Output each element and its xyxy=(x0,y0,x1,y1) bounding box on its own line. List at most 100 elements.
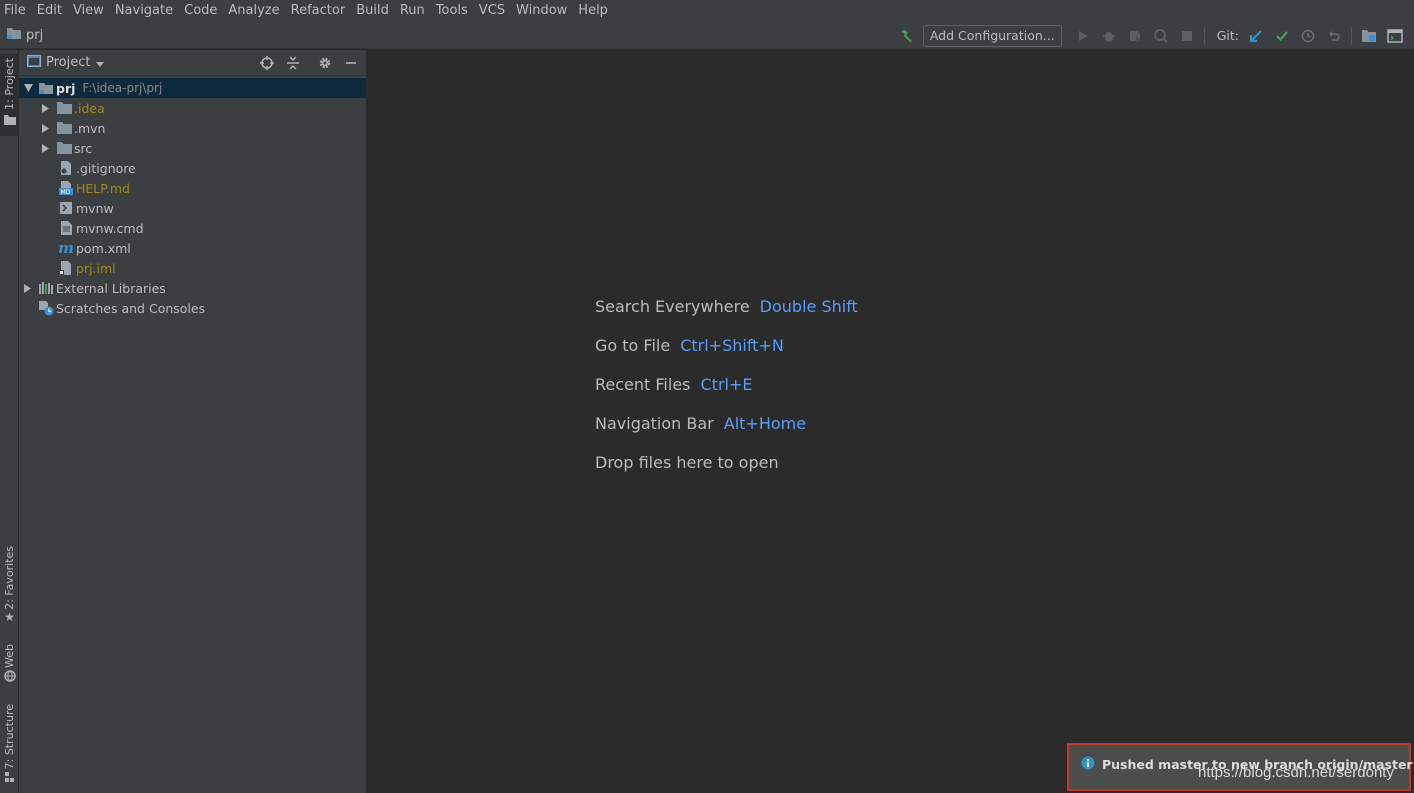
tree-item-label: mvnw xyxy=(76,200,114,216)
menu-build[interactable]: Build xyxy=(352,0,396,22)
hint-text: Search Everywhere xyxy=(595,297,750,316)
menu-refactor[interactable]: Refactor xyxy=(287,0,353,22)
expanded-arrow-icon[interactable] xyxy=(23,83,33,93)
tree-item-src[interactable]: src xyxy=(19,138,366,158)
text-file-icon xyxy=(58,220,74,236)
hint-shortcut: Alt+Home xyxy=(723,414,807,433)
git-history-clock-icon[interactable] xyxy=(1295,24,1321,47)
tree-item-pom-xml[interactable]: m pom.xml xyxy=(19,238,366,258)
collapsed-arrow-icon[interactable] xyxy=(40,143,50,153)
hint-shortcut: Double Shift xyxy=(759,297,858,316)
breadcrumb[interactable]: prj xyxy=(6,26,43,44)
menu-tools[interactable]: Tools xyxy=(432,0,475,22)
tree-item-label: .idea xyxy=(74,100,105,116)
git-commit-check-icon[interactable] xyxy=(1269,24,1295,47)
tree-item-mvn[interactable]: .mvn xyxy=(19,118,366,138)
add-configuration-button[interactable]: Add Configuration... xyxy=(922,24,1062,47)
menu-code[interactable]: Code xyxy=(180,0,224,22)
markdown-file-icon: MD xyxy=(58,180,74,196)
run-with-coverage-icon[interactable] xyxy=(1122,24,1148,47)
chevron-down-icon[interactable] xyxy=(96,56,105,70)
project-structure-icon[interactable] xyxy=(1356,24,1382,47)
globe-icon xyxy=(3,670,16,685)
tree-root-label: prj xyxy=(56,80,76,96)
tree-item-idea[interactable]: .idea xyxy=(19,98,366,118)
folder-icon xyxy=(3,114,16,128)
profile-icon[interactable] xyxy=(1148,24,1174,47)
git-update-icon[interactable] xyxy=(1243,24,1269,47)
maven-m-icon: m xyxy=(58,239,74,257)
panel-toolbar xyxy=(256,53,362,73)
module-folder-icon xyxy=(38,80,54,96)
tree-item-label: mvnw.cmd xyxy=(76,220,144,236)
menu-file[interactable]: File xyxy=(0,0,33,22)
hint-text: Recent Files xyxy=(595,375,691,394)
menu-window[interactable]: Window xyxy=(512,0,574,22)
tree-item-label: Scratches and Consoles xyxy=(56,300,206,316)
project-folder-icon xyxy=(6,26,22,44)
stripe-web-label: Web xyxy=(3,644,16,668)
terminal-window-icon[interactable] xyxy=(1382,24,1408,47)
folder-icon xyxy=(56,140,72,156)
tree-item-mvnw[interactable]: mvnw xyxy=(19,198,366,218)
info-icon xyxy=(1081,756,1095,773)
menu-navigate[interactable]: Navigate xyxy=(111,0,180,22)
tree-item-scratches[interactable]: Scratches and Consoles xyxy=(19,298,366,318)
structure-tool-button[interactable]: 7: Structure xyxy=(0,704,19,786)
scratches-icon xyxy=(38,300,54,316)
build-hammer-icon[interactable] xyxy=(893,24,919,47)
ignore-file-icon xyxy=(58,160,74,176)
locate-crosshair-icon[interactable] xyxy=(256,53,278,73)
collapsed-arrow-icon[interactable] xyxy=(22,283,32,293)
tree-root-prj[interactable]: prj F:\idea-prj\prj xyxy=(19,78,366,98)
star-icon: ★ xyxy=(4,609,15,624)
web-tool-button[interactable]: Web xyxy=(0,644,19,685)
tree-item-label: External Libraries xyxy=(56,280,166,296)
tree-item-label: .mvn xyxy=(74,120,106,136)
collapsed-arrow-icon[interactable] xyxy=(40,123,50,133)
tree-item-help-md[interactable]: MD HELP.md xyxy=(19,178,366,198)
menu-help[interactable]: Help xyxy=(574,0,615,22)
tree-item-prj-iml[interactable]: prj.iml xyxy=(19,258,366,278)
toolbar-separator xyxy=(1203,26,1205,45)
tree-item-label: .gitignore xyxy=(76,160,136,176)
hint-drop-files: Drop files here to open xyxy=(595,453,779,472)
favorites-tool-button[interactable]: 2: Favorites ★ xyxy=(0,546,19,624)
project-tool-button[interactable]: 1: Project xyxy=(0,54,19,136)
tree-item-mvnw-cmd[interactable]: mvnw.cmd xyxy=(19,218,366,238)
project-panel-header: Project xyxy=(19,50,366,76)
svg-text:MD: MD xyxy=(61,189,71,195)
module-file-icon xyxy=(58,260,74,276)
breadcrumb-project: prj xyxy=(26,27,44,43)
structure-icon xyxy=(4,771,16,786)
hint-shortcut: Ctrl+E xyxy=(700,375,753,394)
git-label: Git: xyxy=(1216,28,1239,43)
menu-view[interactable]: View xyxy=(69,0,111,22)
menu-run[interactable]: Run xyxy=(396,0,432,22)
stripe-project-label: 1: Project xyxy=(3,58,16,110)
menu-analyze[interactable]: Analyze xyxy=(224,0,286,22)
project-view-selector[interactable]: Project xyxy=(46,55,90,70)
hide-panel-minus-icon[interactable] xyxy=(340,53,362,73)
debug-bug-icon[interactable] xyxy=(1096,24,1122,47)
navigation-bar: prj Add Configuration... Git: xyxy=(0,22,1414,49)
editor-empty-area[interactable]: Search Everywhere Double Shift Go to File… xyxy=(368,50,1414,793)
run-icon[interactable] xyxy=(1070,24,1096,47)
collapse-all-icon[interactable] xyxy=(282,53,304,73)
gear-icon[interactable] xyxy=(314,53,336,73)
git-rollback-icon[interactable] xyxy=(1321,24,1347,47)
toolbar-separator xyxy=(1351,26,1352,45)
folder-icon xyxy=(56,120,72,136)
tree-item-label: src xyxy=(74,140,93,156)
menu-vcs[interactable]: VCS xyxy=(475,0,512,22)
hint-text: Drop files here to open xyxy=(595,453,779,472)
stripe-structure-label: 7: Structure xyxy=(3,704,16,770)
hint-shortcut: Ctrl+Shift+N xyxy=(680,336,784,355)
tree-item-external-libraries[interactable]: External Libraries xyxy=(19,278,366,298)
tree-item-label: pom.xml xyxy=(76,240,131,256)
folder-icon xyxy=(56,100,72,116)
tree-item-gitignore[interactable]: .gitignore xyxy=(19,158,366,178)
stop-icon[interactable] xyxy=(1174,24,1200,47)
collapsed-arrow-icon[interactable] xyxy=(40,103,50,113)
menu-edit[interactable]: Edit xyxy=(33,0,69,22)
